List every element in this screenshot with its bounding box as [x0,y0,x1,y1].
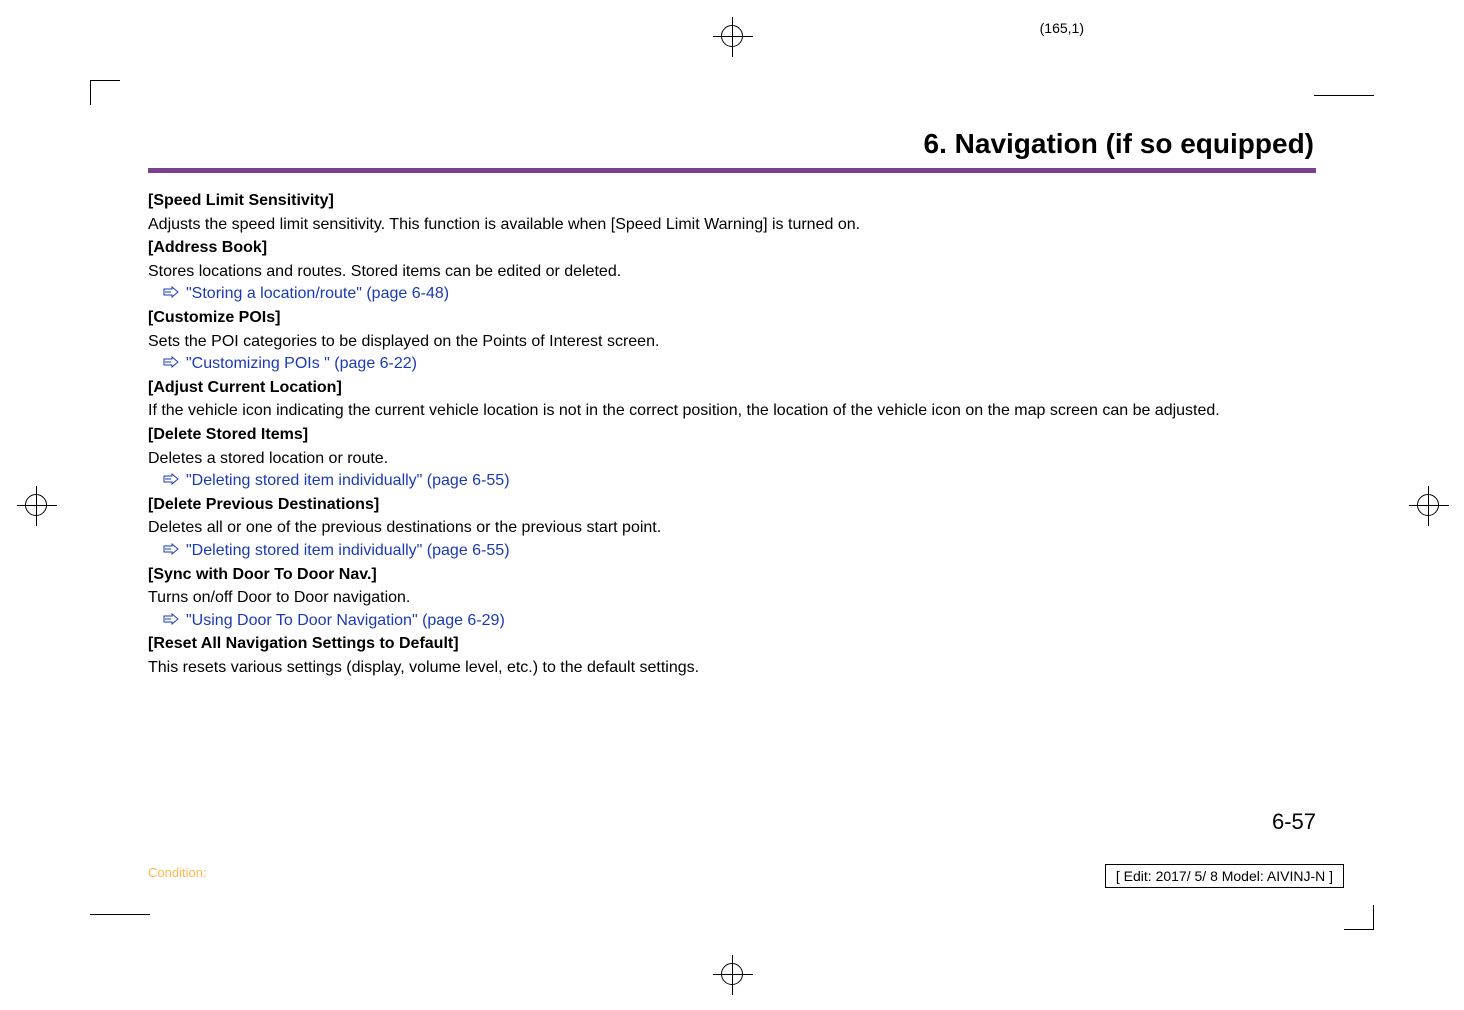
section-head: [Delete Previous Destinations] [148,494,1316,516]
cross-reference-link[interactable]: "Deleting stored item individually" (pag… [148,470,1316,492]
cross-reference-link[interactable]: "Storing a location/route" (page 6-48) [148,283,1316,305]
hand-pointer-icon [162,610,180,632]
crop-mark-left [25,494,47,516]
crop-corner-bl [90,914,150,915]
hand-pointer-icon [162,470,180,492]
cross-reference-link[interactable]: "Using Door To Door Navigation" (page 6-… [148,610,1316,632]
section-body: Deletes a stored location or route. [148,448,1316,470]
cross-reference-link[interactable]: "Customizing POIs " (page 6-22) [148,353,1316,375]
section-head: [Reset All Navigation Settings to Defaul… [148,633,1316,655]
crop-corner-tl [90,80,120,105]
section-body: Adjusts the speed limit sensitivity. Thi… [148,214,1316,236]
section-body: If the vehicle icon indicating the curre… [148,400,1316,422]
section-head: [Address Book] [148,237,1316,259]
section-body: Deletes all or one of the previous desti… [148,517,1316,539]
hand-pointer-icon [162,353,180,375]
hand-pointer-icon [162,283,180,305]
link-text: "Using Door To Door Navigation" (page 6-… [186,612,505,629]
cross-reference-link[interactable]: "Deleting stored item individually" (pag… [148,540,1316,562]
crop-mark-bottom [721,963,743,985]
section-head: [Customize POIs] [148,307,1316,329]
content-area: [Speed Limit Sensitivity] Adjusts the sp… [148,188,1316,679]
section-body: Sets the POI categories to be displayed … [148,331,1316,353]
section-head: [Adjust Current Location] [148,377,1316,399]
header-rule [148,168,1316,173]
section-head: [Speed Limit Sensitivity] [148,190,1316,212]
section-body: This resets various settings (display, v… [148,657,1316,679]
chapter-title: 6. Navigation (if so equipped) [924,128,1314,160]
crop-corner-br [1344,905,1374,930]
crop-corner-tr [1314,95,1374,96]
link-text: "Customizing POIs " (page 6-22) [186,355,417,372]
hand-pointer-icon [162,540,180,562]
link-text: "Deleting stored item individually" (pag… [186,472,510,489]
section-body: Stores locations and routes. Stored item… [148,261,1316,283]
link-text: "Deleting stored item individually" (pag… [186,542,510,559]
condition-label: Condition: [148,865,207,880]
crop-mark-right [1417,494,1439,516]
crop-mark-top [721,25,743,47]
section-head: [Sync with Door To Door Nav.] [148,564,1316,586]
page-number: 6-57 [1272,809,1316,835]
section-head: [Delete Stored Items] [148,424,1316,446]
link-text: "Storing a location/route" (page 6-48) [186,285,449,302]
section-body: Turns on/off Door to Door navigation. [148,587,1316,609]
page-coordinate: (165,1) [1040,20,1084,36]
edit-info-box: [ Edit: 2017/ 5/ 8 Model: AIVINJ-N ] [1105,864,1344,888]
